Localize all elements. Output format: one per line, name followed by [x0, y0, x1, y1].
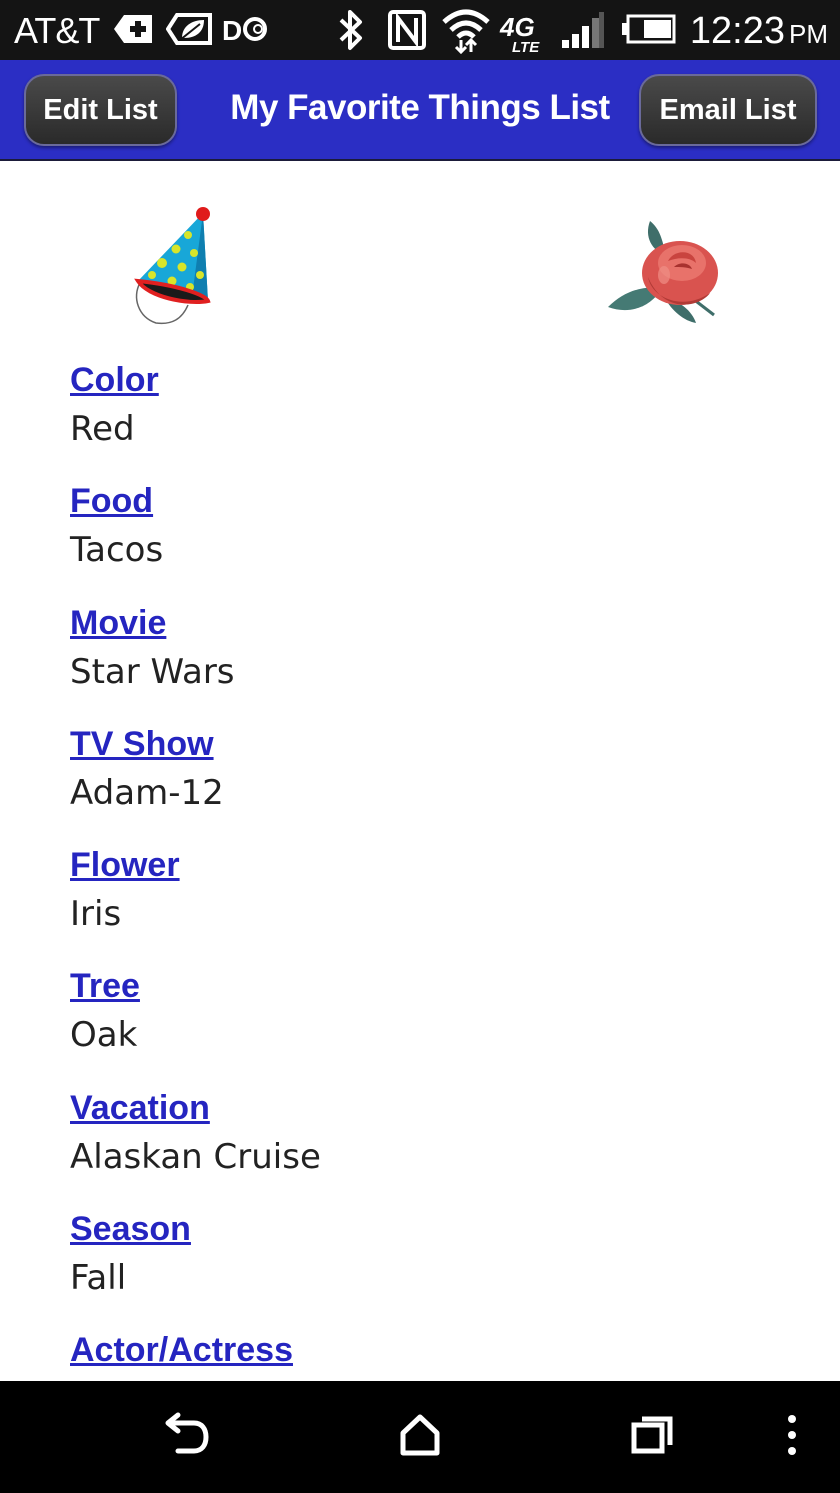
- clock-ampm: PM: [789, 19, 828, 49]
- item-label[interactable]: Movie: [70, 600, 166, 646]
- dc-icon: D: [222, 15, 267, 46]
- menu-icon[interactable]: [782, 1411, 802, 1461]
- svg-text:LTE: LTE: [512, 39, 540, 54]
- item-value: Alaskan Cruise: [70, 1136, 321, 1177]
- item-value: Star Wars: [70, 651, 235, 692]
- list-item: Movie Star Wars: [70, 600, 321, 721]
- item-label[interactable]: Tree: [70, 963, 140, 1009]
- list-item: Color Red: [70, 357, 321, 478]
- list-item: Tree Oak: [70, 963, 321, 1084]
- item-label[interactable]: TV Show: [70, 721, 214, 767]
- item-label[interactable]: Season: [70, 1206, 191, 1252]
- rose-image: [608, 221, 718, 323]
- item-label[interactable]: Flower: [70, 842, 180, 888]
- item-label[interactable]: Actor/Actress: [70, 1327, 293, 1373]
- page-title: My Favorite Things List: [230, 88, 610, 127]
- wifi-icon: [442, 9, 490, 54]
- favorites-content: Color Red Food Tacos Movie Star Wars TV …: [0, 161, 840, 1381]
- edit-list-button[interactable]: Edit List: [24, 74, 177, 146]
- item-value: Iris: [70, 894, 122, 935]
- bluetooth-icon: [339, 10, 362, 50]
- list-item: Flower Iris: [70, 842, 321, 963]
- list-item: TV Show Adam-12: [70, 721, 321, 842]
- battery-icon: [622, 14, 676, 44]
- 4g-lte-icon: 4G LTE: [499, 12, 540, 54]
- item-value: Tacos: [70, 530, 164, 571]
- home-icon[interactable]: [398, 1411, 442, 1461]
- party-hat-image: [134, 207, 211, 325]
- back-icon[interactable]: [164, 1411, 210, 1461]
- item-label[interactable]: Color: [70, 357, 159, 403]
- item-value: Adam-12: [70, 772, 224, 813]
- item-value: Oak: [70, 1015, 138, 1056]
- carrier-label: AT&T: [14, 10, 100, 51]
- leaf-icon: [166, 13, 212, 45]
- navigation-bar: [0, 1381, 840, 1493]
- list-item: Vacation Alaskan Cruise: [70, 1085, 321, 1206]
- favorites-list: Color Red Food Tacos Movie Star Wars TV …: [70, 357, 321, 1449]
- medical-plus-icon: [114, 15, 152, 43]
- item-label[interactable]: Food: [70, 478, 153, 524]
- recents-icon[interactable]: [630, 1411, 676, 1461]
- item-value: Fall: [70, 1258, 127, 1299]
- svg-text:4G: 4G: [499, 12, 535, 42]
- svg-text:D: D: [222, 15, 242, 46]
- status-bar: AT&T D 4G LTE 12:23 PM: [0, 0, 840, 60]
- list-item: Season Fall: [70, 1206, 321, 1327]
- nfc-icon: [388, 10, 426, 50]
- item-value: Red: [70, 409, 135, 449]
- clock: 12:23 PM: [690, 10, 828, 53]
- action-bar: Edit List My Favorite Things List Email …: [0, 60, 840, 161]
- clock-time: 12:23: [689, 10, 785, 52]
- email-list-button[interactable]: Email List: [639, 74, 817, 146]
- list-item: Food Tacos: [70, 478, 321, 599]
- item-label[interactable]: Vacation: [70, 1085, 210, 1131]
- signal-icon: [562, 12, 604, 48]
